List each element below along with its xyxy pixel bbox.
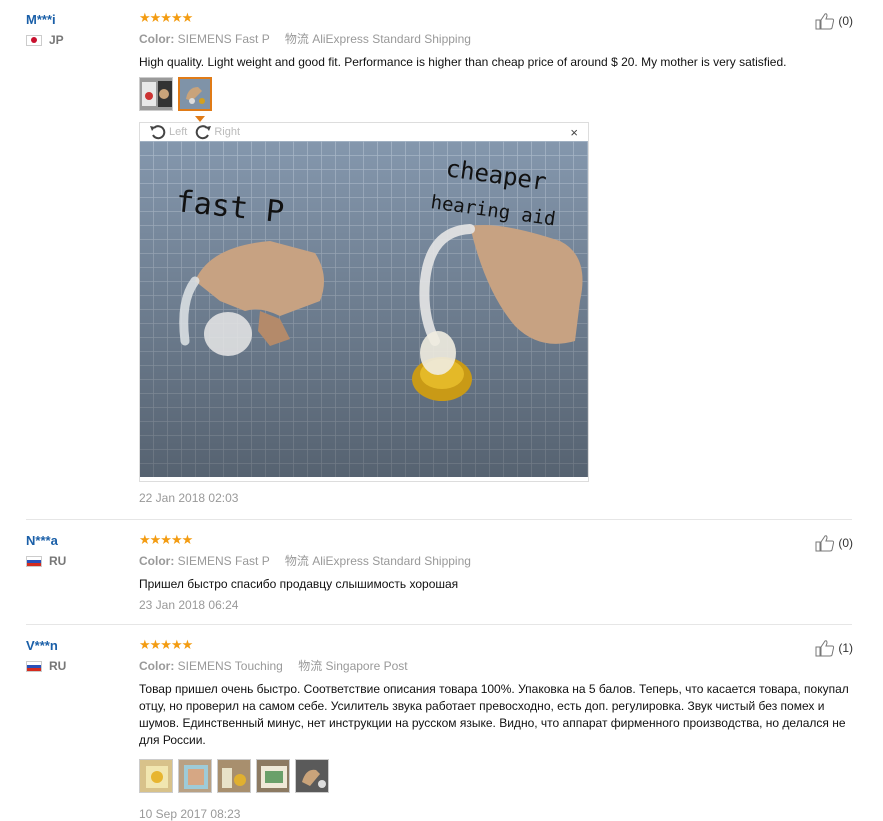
logistics-label: 物流 <box>298 659 323 673</box>
review-date: 23 Jan 2018 06:24 <box>139 598 239 612</box>
review-text: High quality. Light weight and good fit.… <box>139 55 787 69</box>
review-date: 22 Jan 2018 02:03 <box>139 491 239 505</box>
order-info: Color: SIEMENS Fast P 物流 AliExpress Stan… <box>139 30 851 47</box>
star-rating: ★★★★★ <box>139 637 193 652</box>
review-photo-thumb[interactable] <box>139 759 173 793</box>
review-content: ★★★★★ Color: SIEMENS Fast P 物流 AliExpres… <box>139 532 851 613</box>
country-code: RU <box>49 659 67 673</box>
review-photo-thumb[interactable] <box>256 759 290 793</box>
flag-jp-icon <box>26 34 42 46</box>
flag-ru-icon <box>26 660 42 672</box>
reviewer-country: RU <box>26 659 66 673</box>
thumbs-up-icon <box>815 640 835 657</box>
rotate-right-label: Right <box>214 126 241 138</box>
reviewer-info: M***i JP <box>26 12 64 47</box>
review-photo-thumb[interactable] <box>217 759 251 793</box>
review-photo-thumb[interactable] <box>295 759 329 793</box>
shipping-method: AliExpress Standard Shipping <box>312 554 471 568</box>
review-text: Товар пришел очень быстро. Соответствие … <box>139 682 849 747</box>
order-info: Color: SIEMENS Fast P 物流 AliExpress Stan… <box>139 552 851 569</box>
helpful-count: (1) <box>838 641 853 655</box>
color-label: Color: <box>139 659 175 673</box>
thumbs-up-icon <box>815 535 835 552</box>
helpful-vote[interactable]: (0) <box>815 12 853 30</box>
review-photos <box>139 759 851 793</box>
rotate-left-icon <box>150 125 166 140</box>
reviewer-name[interactable]: N***a <box>26 533 66 548</box>
review-content: ★★★★★ Color: SIEMENS Touching 物流 Singapo… <box>139 638 851 821</box>
review-photo-thumb-selected[interactable] <box>178 77 212 111</box>
review-photo-large: fast P cheaper hearing aid <box>140 141 588 477</box>
review-photos <box>139 77 851 111</box>
review-content: ★★★★★ Color: SIEMENS Fast P 物流 AliExpres… <box>139 11 851 111</box>
star-rating: ★★★★★ <box>139 10 193 25</box>
close-icon[interactable]: × <box>570 125 578 140</box>
rotate-right-button[interactable]: Right <box>193 124 240 140</box>
shipping-method: Singapore Post <box>325 659 408 673</box>
color-value: SIEMENS Fast P <box>177 554 270 568</box>
star-rating: ★★★★★ <box>139 532 193 547</box>
review-divider <box>26 624 852 625</box>
color-value: SIEMENS Fast P <box>177 32 270 46</box>
review-photo-thumb[interactable] <box>178 759 212 793</box>
reviewer-name[interactable]: V***n <box>26 638 66 653</box>
reviewer-info: N***a RU <box>26 533 66 568</box>
order-info: Color: SIEMENS Touching 物流 Singapore Pos… <box>139 657 851 674</box>
color-label: Color: <box>139 554 175 568</box>
color-value: SIEMENS Touching <box>177 659 283 673</box>
logistics-label: 物流 <box>284 554 309 568</box>
shipping-method: AliExpress Standard Shipping <box>312 32 471 46</box>
color-label: Color: <box>139 32 175 46</box>
country-code: JP <box>49 33 64 47</box>
review-date: 10 Sep 2017 08:23 <box>139 807 241 821</box>
review-photo-thumb[interactable] <box>139 77 173 111</box>
country-code: RU <box>49 554 67 568</box>
flag-ru-icon <box>26 555 42 567</box>
rotate-left-button[interactable]: Left <box>148 124 187 140</box>
photo-viewer: Left Right × fast P cheaper hearing aid <box>139 122 589 482</box>
reviewer-country: RU <box>26 554 66 568</box>
helpful-count: (0) <box>838 536 853 550</box>
rotate-left-label: Left <box>169 126 188 138</box>
review-text: Пришел быстро спасибо продавцу слышимост… <box>139 577 459 591</box>
helpful-vote[interactable]: (1) <box>815 639 853 657</box>
viewer-toolbar: Left Right × <box>140 123 588 141</box>
helpful-vote[interactable]: (0) <box>815 534 853 552</box>
logistics-label: 物流 <box>284 32 309 46</box>
thumbs-up-icon <box>815 13 835 30</box>
helpful-count: (0) <box>838 14 853 28</box>
reviewer-name[interactable]: M***i <box>26 12 64 27</box>
reviewer-info: V***n RU <box>26 638 66 673</box>
review-divider <box>26 519 852 520</box>
reviewer-country: JP <box>26 33 64 47</box>
rotate-right-icon <box>196 125 212 140</box>
